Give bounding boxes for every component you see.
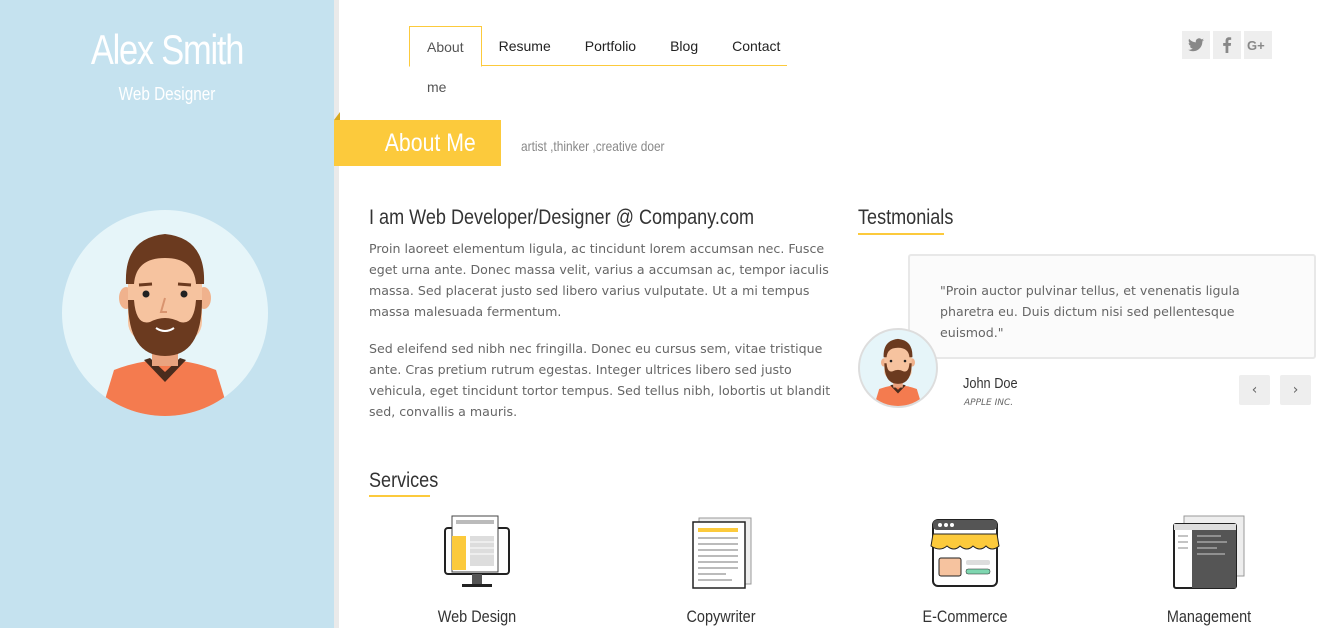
nav-blog[interactable]: Blog bbox=[653, 26, 715, 66]
about-paragraph-1: Proin laoreet elementum ligula, ac tinci… bbox=[369, 241, 829, 319]
service-e-commerce[interactable]: E-Commerce bbox=[885, 514, 1045, 627]
svg-text:G+: G+ bbox=[1247, 38, 1265, 52]
chevron-left-icon: ‹ bbox=[1251, 382, 1258, 398]
nav-about-me[interactable]: About me bbox=[409, 26, 482, 95]
testimonial-quote: "Proin auctor pulvinar tellus, et venena… bbox=[908, 254, 1316, 359]
testimonial-prev-button[interactable]: ‹ bbox=[1239, 375, 1270, 405]
dashboard-window-icon bbox=[1129, 514, 1289, 592]
testimonial-quote-text: "Proin auctor pulvinar tellus, et venena… bbox=[940, 283, 1240, 340]
nav-portfolio[interactable]: Portfolio bbox=[568, 26, 653, 66]
testimonial-avatar bbox=[858, 328, 938, 408]
testimonial-company: APPLE INC. bbox=[964, 398, 1014, 408]
testimonial-author: John Doe bbox=[963, 375, 1018, 392]
sidebar-edge bbox=[334, 0, 339, 628]
section-title: About Me bbox=[384, 129, 476, 157]
testimonials-heading: Testmonials bbox=[858, 206, 954, 229]
service-label: Management bbox=[1166, 607, 1252, 626]
service-copywriter[interactable]: Copywriter bbox=[641, 514, 801, 627]
testimonials-underline bbox=[858, 233, 944, 235]
service-web-design[interactable]: Web Design bbox=[397, 514, 557, 627]
services-heading: Services bbox=[369, 469, 439, 492]
facebook-icon[interactable] bbox=[1213, 31, 1241, 59]
services-underline bbox=[369, 495, 430, 497]
chevron-right-icon: › bbox=[1292, 382, 1299, 398]
service-label: Web Design bbox=[437, 607, 517, 626]
section-subtitle: artist ,thinker ,creative doer bbox=[521, 138, 665, 154]
nav-resume[interactable]: Resume bbox=[482, 26, 568, 66]
document-icon bbox=[641, 514, 801, 592]
monitor-icon bbox=[397, 514, 557, 592]
service-management[interactable]: Management bbox=[1129, 514, 1289, 627]
service-label: Copywriter bbox=[686, 607, 756, 626]
profile-avatar bbox=[62, 210, 268, 416]
main-nav: About me Resume Portfolio Blog Contact bbox=[409, 26, 787, 95]
profile-name: Alex Smith bbox=[90, 26, 245, 73]
about-paragraph-2: Sed eleifend sed nibh nec fringilla. Don… bbox=[369, 341, 831, 419]
profile-role: Web Designer bbox=[118, 84, 216, 104]
storefront-icon bbox=[885, 514, 1045, 592]
twitter-icon[interactable] bbox=[1182, 31, 1210, 59]
nav-contact[interactable]: Contact bbox=[715, 26, 797, 66]
about-heading: I am Web Developer/Designer @ Company.co… bbox=[369, 206, 755, 229]
section-tab: About Me bbox=[334, 112, 501, 166]
testimonial-next-button[interactable]: › bbox=[1280, 375, 1311, 405]
service-label: E-Commerce bbox=[922, 607, 1008, 626]
google-plus-icon[interactable]: G+ bbox=[1244, 31, 1272, 59]
